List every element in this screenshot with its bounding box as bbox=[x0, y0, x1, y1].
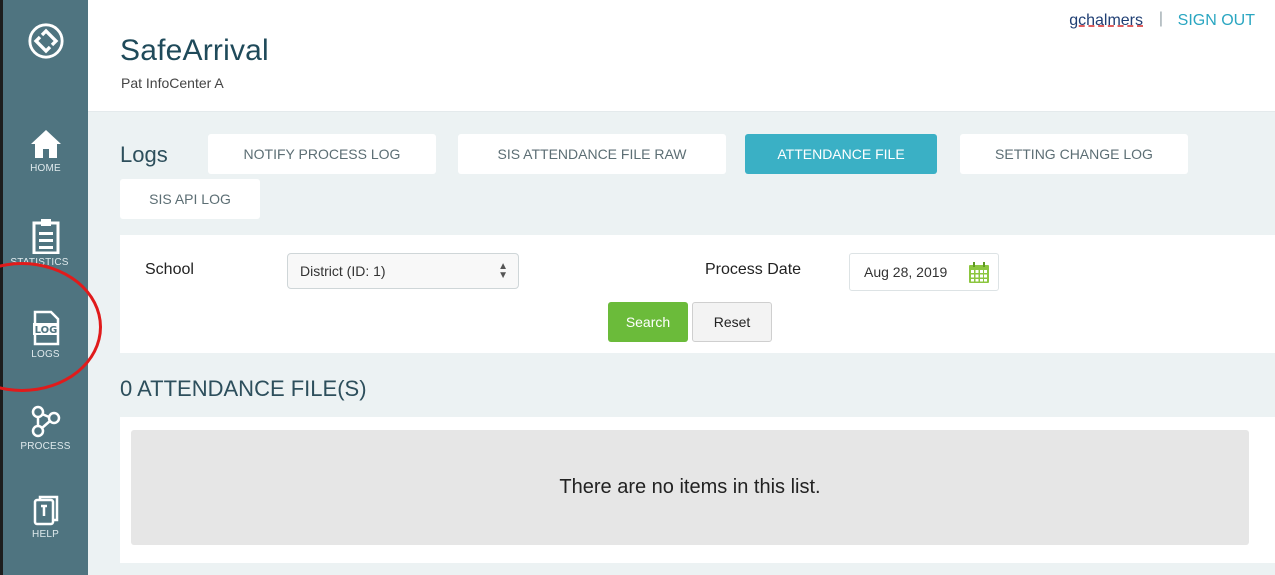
app-title: SafeArrival bbox=[120, 34, 269, 67]
help-book-icon bbox=[33, 495, 58, 526]
school-label: School bbox=[145, 261, 194, 278]
sidebar-item-label: PROCESS bbox=[20, 441, 71, 452]
school-select[interactable]: District (ID: 1) ▲ ▼ bbox=[287, 253, 519, 289]
page-title: Logs bbox=[120, 142, 168, 167]
log-file-icon: LOG bbox=[32, 310, 59, 346]
filter-panel: School District (ID: 1) ▲ ▼ Process Date … bbox=[120, 235, 1275, 353]
empty-list-message: There are no items in this list. bbox=[131, 430, 1249, 545]
tab-sis-api-log[interactable]: SIS API LOG bbox=[120, 179, 260, 219]
process-date-field[interactable]: Aug 28, 2019 bbox=[849, 253, 999, 291]
sidebar-item-label: STATISTICS bbox=[10, 257, 69, 268]
school-select-value: District (ID: 1) bbox=[300, 263, 386, 279]
sidebar-item-home[interactable]: HOME bbox=[3, 128, 88, 174]
tab-setting-change-log[interactable]: SETTING CHANGE LOG bbox=[960, 134, 1188, 174]
process-date-label: Process Date bbox=[705, 261, 802, 278]
search-button[interactable]: Search bbox=[608, 302, 688, 342]
sidebar-item-label: LOGS bbox=[31, 349, 60, 360]
reset-button[interactable]: Reset bbox=[692, 302, 772, 342]
sidebar-item-label: HELP bbox=[32, 529, 59, 540]
app-logo-icon[interactable] bbox=[3, 22, 88, 60]
svg-text:LOG: LOG bbox=[34, 325, 57, 336]
sidebar: HOME STATISTICS LOG LOGS PROCESS HELP bbox=[0, 0, 88, 575]
results-count-title: 0 ATTENDANCE FILE(S) bbox=[120, 376, 367, 401]
sidebar-item-help[interactable]: HELP bbox=[3, 494, 88, 540]
sidebar-item-logs[interactable]: LOG LOGS bbox=[3, 310, 88, 360]
calendar-icon[interactable] bbox=[968, 262, 990, 284]
header-separator: | bbox=[1158, 10, 1163, 27]
main-content: Logs NOTIFY PROCESS LOG SIS ATTENDANCE F… bbox=[88, 112, 1275, 575]
sidebar-item-label: HOME bbox=[30, 163, 61, 174]
select-arrows-icon: ▲ ▼ bbox=[498, 261, 508, 281]
sidebar-item-statistics[interactable]: STATISTICS bbox=[3, 218, 88, 268]
tab-sis-attendance-file-raw[interactable]: SIS ATTENDANCE FILE RAW bbox=[458, 134, 726, 174]
tab-attendance-file[interactable]: ATTENDANCE FILE bbox=[745, 134, 937, 174]
results-panel: There are no items in this list. bbox=[120, 417, 1275, 563]
username-link[interactable]: gchalmers bbox=[1069, 12, 1143, 30]
app-subtitle: Pat InfoCenter A bbox=[121, 75, 224, 91]
sidebar-item-process[interactable]: PROCESS bbox=[3, 404, 88, 452]
sign-out-link[interactable]: SIGN OUT bbox=[1178, 12, 1255, 30]
home-icon bbox=[30, 130, 61, 158]
process-nodes-icon bbox=[31, 405, 60, 438]
app-header: SafeArrival Pat InfoCenter A gchalmers |… bbox=[88, 0, 1275, 112]
clipboard-icon bbox=[32, 219, 59, 254]
tab-notify-process-log[interactable]: NOTIFY PROCESS LOG bbox=[208, 134, 436, 174]
process-date-value: Aug 28, 2019 bbox=[864, 264, 948, 280]
